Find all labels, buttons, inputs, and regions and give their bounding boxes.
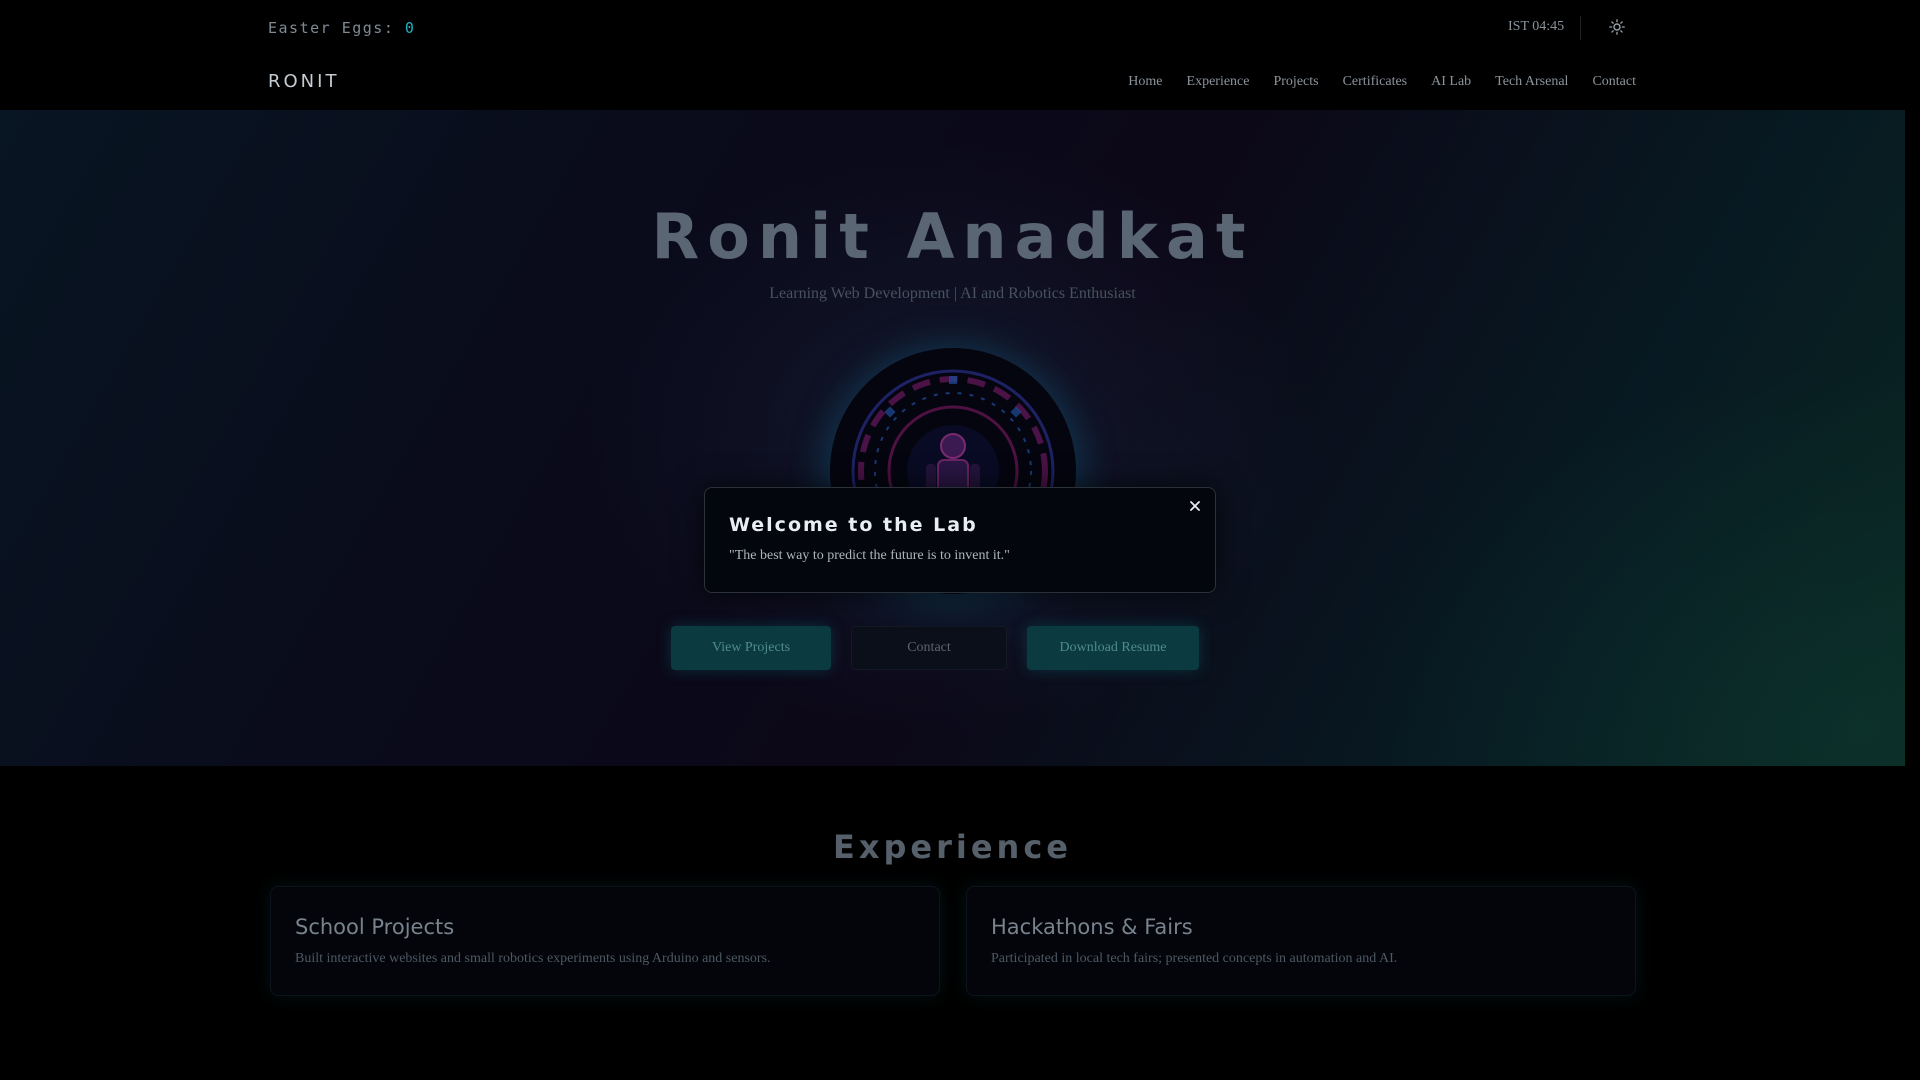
nav-links: Home Experience Projects Certificates AI… — [1128, 74, 1636, 90]
close-icon — [1190, 501, 1200, 511]
topbar-divider — [1580, 16, 1581, 40]
contact-button[interactable]: Contact — [851, 626, 1007, 670]
download-resume-button[interactable]: Download Resume — [1027, 626, 1199, 670]
experience-card-title: Hackathons & Fairs — [991, 915, 1193, 939]
sun-icon — [1609, 19, 1625, 35]
easter-eggs-counter: Easter Eggs: 0 — [268, 19, 415, 37]
welcome-modal: Welcome to the Lab "The best way to pred… — [704, 487, 1216, 593]
clock-display: IST 04:45 — [1508, 19, 1565, 34]
modal-quote: "The best way to predict the future is t… — [729, 548, 1010, 563]
main-navbar: RONIT Home Experience Projects Certifica… — [0, 56, 1920, 110]
nav-link-experience[interactable]: Experience — [1187, 74, 1250, 90]
experience-title: Experience — [832, 828, 1072, 866]
modal-title: Welcome to the Lab — [729, 514, 978, 536]
top-utility-bar: Easter Eggs: 0 IST 04:45 — [0, 0, 1920, 56]
nav-link-tech-arsenal[interactable]: Tech Arsenal — [1495, 74, 1568, 90]
easter-eggs-count: 0 — [404, 19, 416, 37]
experience-card: Hackathons & Fairs Participated in local… — [966, 886, 1636, 996]
theme-toggle-button[interactable] — [1604, 14, 1630, 40]
hero-subtitle: Learning Web Development | AI and Roboti… — [769, 285, 1136, 302]
nav-link-home[interactable]: Home — [1128, 74, 1162, 90]
experience-card-text: Participated in local tech fairs; presen… — [991, 951, 1398, 966]
brand-logo[interactable]: RONIT — [268, 71, 339, 92]
experience-card-title: School Projects — [295, 915, 455, 939]
nav-link-projects[interactable]: Projects — [1273, 74, 1318, 90]
experience-card: School Projects Built interactive websit… — [270, 886, 940, 996]
hero-buttons: View Projects Contact Download Resume — [0, 626, 1905, 670]
nav-link-ai-lab[interactable]: AI Lab — [1431, 74, 1471, 90]
view-projects-button[interactable]: View Projects — [671, 626, 831, 670]
easter-eggs-label: Easter Eggs: — [268, 19, 395, 37]
nav-link-certificates[interactable]: Certificates — [1343, 74, 1408, 90]
hero-title: Ronit Anadkat — [651, 200, 1254, 273]
nav-link-contact[interactable]: Contact — [1592, 74, 1636, 90]
close-button[interactable] — [1185, 496, 1205, 516]
hero-section: Ronit Anadkat Learning Web Development |… — [0, 110, 1905, 766]
experience-card-text: Built interactive websites and small rob… — [295, 951, 771, 966]
